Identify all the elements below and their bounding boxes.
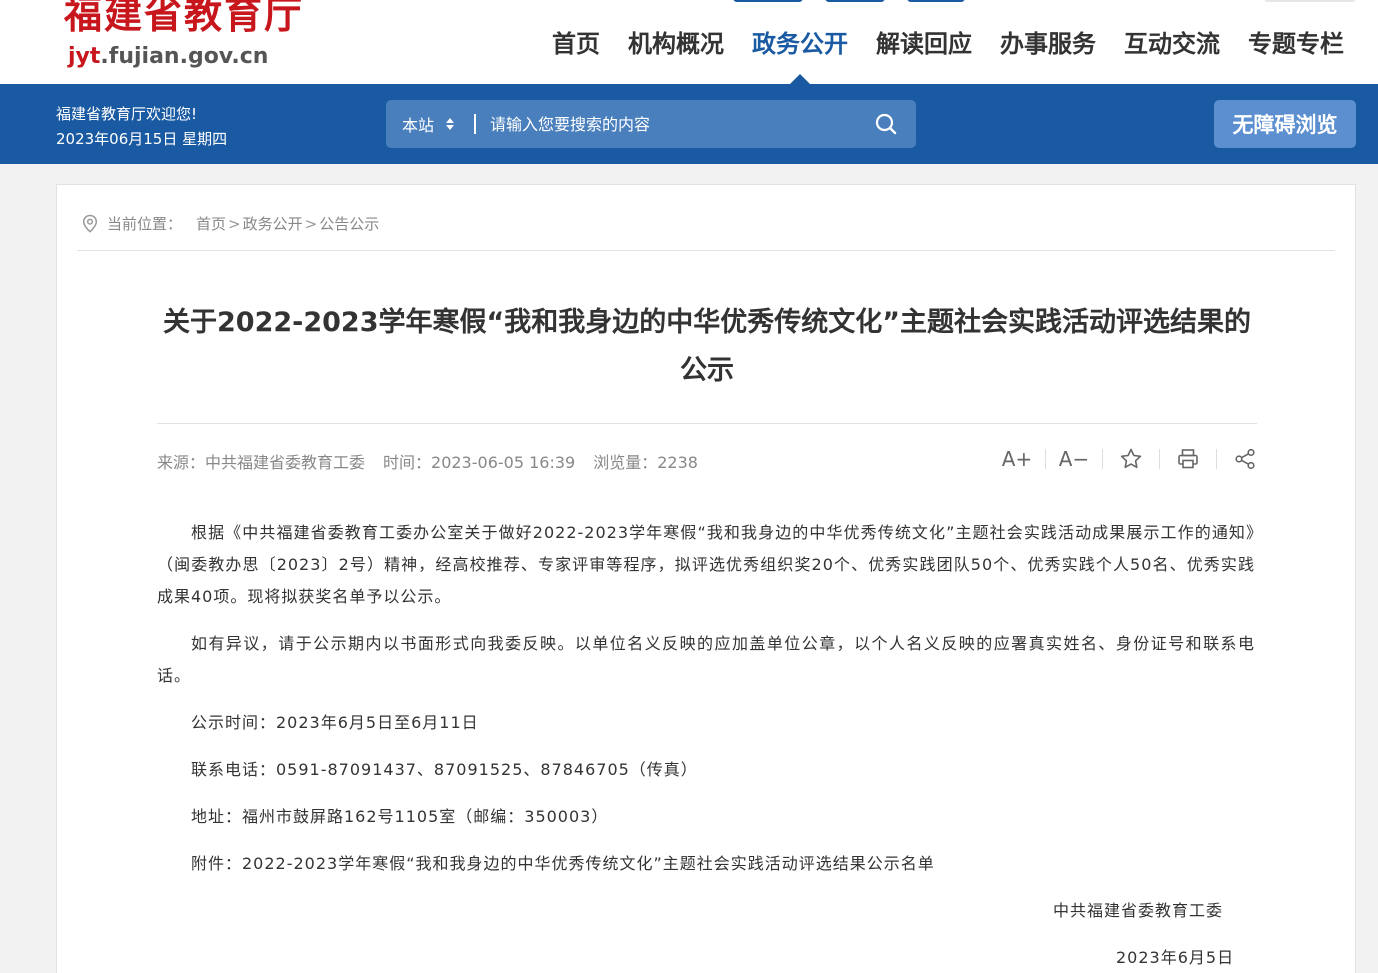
font-larger-icon: A+: [1001, 447, 1033, 471]
site-header: 福建省教育厅 jyt.fujian.gov.cn 首页 机构概况 政务公开 解读…: [0, 0, 1378, 84]
article-paragraph: 公示时间：2023年6月5日至6月11日: [191, 713, 479, 732]
top-tab[interactable]: [907, 0, 965, 2]
favorite-button[interactable]: [1117, 445, 1145, 473]
article-body: 根据《中共福建省委教育工委办公室关于做好2022-2023学年寒假“我和我身边的…: [157, 517, 1255, 895]
print-button[interactable]: [1174, 445, 1202, 473]
article-toolbar: A+ A−: [1001, 445, 1259, 473]
nav-item-special-topics[interactable]: 专题专栏: [1248, 27, 1344, 61]
breadcrumb-government-affairs[interactable]: 政务公开: [243, 213, 303, 234]
accessible-browsing-button[interactable]: 无障碍浏览: [1214, 100, 1356, 148]
font-smaller-button[interactable]: A−: [1058, 445, 1090, 473]
article-card: 当前位置： 首页 > 政务公开 > 公告公示 关于2022-2023学年寒假“我…: [56, 184, 1356, 973]
breadcrumb: 当前位置： 首页 > 政务公开 > 公告公示: [81, 213, 379, 234]
site-logo[interactable]: 福建省教育厅: [64, 0, 304, 38]
attachment-link[interactable]: 附件：2022-2023学年寒假“我和我身边的中华优秀传统文化”主题社会实践活动…: [157, 848, 1255, 880]
search-box: 本站: [386, 100, 916, 148]
article-paragraph: 地址：福州市鼓屏路162号1105室（邮编：350003）: [191, 807, 609, 826]
active-nav-indicator: [790, 74, 810, 84]
top-utility-tabs: [733, 0, 965, 2]
breadcrumb-announcements[interactable]: 公告公示: [319, 213, 379, 234]
toolbar-separator: [1216, 449, 1217, 469]
main-nav: 首页 机构概况 政务公开 解读回应 办事服务 互动交流 专题专栏: [552, 27, 1344, 84]
article-signature: 中共福建省委教育工委: [1053, 901, 1224, 920]
article-meta: 来源：中共福建省委教育工委 时间：2023-06-05 16:39 浏览量：22…: [157, 449, 698, 473]
welcome-text: 福建省教育厅欢迎您!: [56, 105, 198, 123]
share-icon: [1235, 448, 1255, 470]
article-sign-date: 2023年6月5日: [1116, 948, 1235, 967]
search-button[interactable]: [856, 100, 916, 148]
star-icon: [1120, 448, 1142, 469]
updown-arrow-icon: [446, 118, 455, 130]
top-tab[interactable]: [825, 0, 885, 2]
nav-item-home[interactable]: 首页: [552, 27, 600, 61]
breadcrumb-home[interactable]: 首页: [196, 213, 226, 234]
toolbar-separator: [1045, 449, 1046, 469]
share-button[interactable]: [1231, 445, 1259, 473]
breadcrumb-separator: >: [304, 214, 318, 233]
printer-icon: [1178, 449, 1198, 469]
site-domain: jyt.fujian.gov.cn: [68, 44, 269, 69]
search-icon: [875, 113, 897, 135]
breadcrumb-label: 当前位置：: [107, 215, 183, 233]
nav-item-interaction[interactable]: 互动交流: [1124, 27, 1220, 61]
top-tab[interactable]: [1264, 0, 1356, 2]
toolbar-separator: [1102, 449, 1103, 469]
breadcrumb-divider: [77, 250, 1335, 251]
breadcrumb-separator: >: [228, 214, 241, 233]
title-divider: [157, 423, 1257, 424]
article-title: 关于2022-2023学年寒假“我和我身边的中华优秀传统文化”主题社会实践活动评…: [163, 307, 1251, 386]
current-date: 2023年06月15日 星期四: [56, 130, 228, 148]
toolbar-separator: [1159, 449, 1160, 469]
search-divider: [474, 114, 476, 134]
nav-item-interpretation[interactable]: 解读回应: [876, 27, 972, 61]
article-time: 时间：2023-06-05 16:39: [383, 453, 576, 472]
nav-item-government-affairs[interactable]: 政务公开: [752, 27, 848, 84]
search-scope-select[interactable]: 本站: [386, 112, 474, 136]
location-pin-icon: [82, 214, 98, 233]
font-larger-button[interactable]: A+: [1001, 445, 1033, 473]
search-input[interactable]: [490, 114, 856, 134]
article-paragraph: 根据《中共福建省委教育工委办公室关于做好2022-2023学年寒假“我和我身边的…: [157, 523, 1255, 606]
nav-item-about[interactable]: 机构概况: [628, 27, 724, 61]
article-paragraph: 联系电话：0591-87091437、87091525、87846705（传真）: [191, 760, 698, 779]
search-bar-band: 福建省教育厅欢迎您! 2023年06月15日 星期四 本站 无障碍浏览: [0, 84, 1378, 164]
article-views: 浏览量：2238: [593, 453, 698, 472]
article-source: 来源：中共福建省委教育工委: [157, 453, 366, 472]
article-paragraph: 如有异议，请于公示期内以书面形式向我委反映。以单位名义反映的应加盖单位公章，以个…: [157, 634, 1255, 685]
welcome-block: 福建省教育厅欢迎您! 2023年06月15日 星期四: [56, 102, 227, 152]
nav-item-services[interactable]: 办事服务: [1000, 27, 1096, 61]
font-smaller-icon: A−: [1058, 447, 1090, 471]
top-tab[interactable]: [733, 0, 803, 2]
